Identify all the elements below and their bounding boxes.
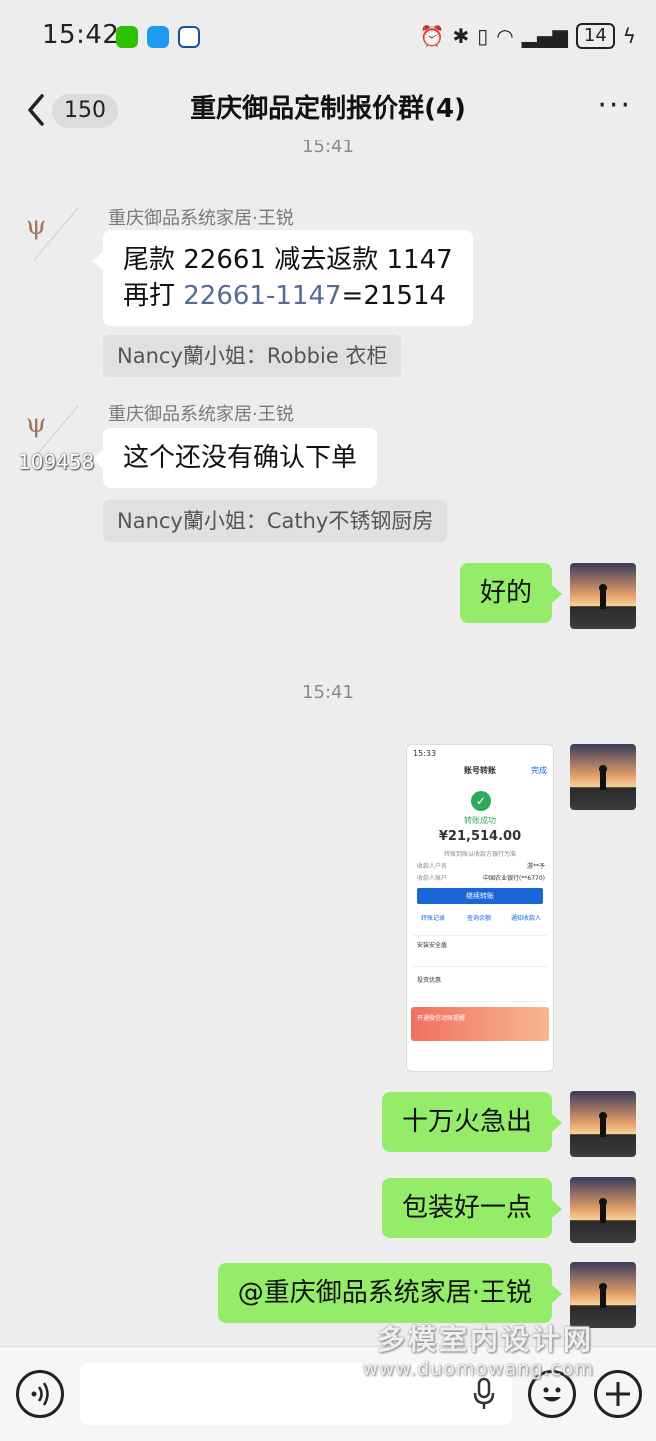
svg-text:ψ: ψ	[26, 211, 46, 241]
more-functions-button[interactable]	[594, 1370, 642, 1418]
screenshot-amount: ¥21,514.00	[438, 829, 522, 844]
message-icon	[147, 26, 169, 48]
screenshot-done: 完成	[531, 766, 547, 775]
voice-icon	[31, 1382, 49, 1406]
watermark: 多模室内设计网 www.duomowang.com	[362, 1318, 594, 1380]
screenshot-banner: 开通微信动账提醒	[411, 1007, 549, 1041]
success-check-icon: ✓	[471, 791, 491, 811]
message-bubble[interactable]: 好的	[459, 563, 563, 623]
battery-level: 14	[575, 23, 615, 49]
sender-name: 重庆御品系统家居·王锐	[108, 404, 294, 425]
screenshot-action: 通知收款人	[511, 915, 542, 922]
message-bubble[interactable]: 尾款 22661 减去返款 1147 再打 22661-1147=21514	[93, 230, 473, 326]
screenshot-status: 转账成功	[464, 816, 496, 825]
message-text: 尾款 22661 减去返款 1147	[123, 245, 453, 275]
my-avatar[interactable]	[570, 563, 636, 629]
my-avatar[interactable]	[570, 744, 636, 810]
screenshot-account-label: 收款人账户	[417, 875, 448, 882]
screenshot-account: 中国农业银行(**6770)	[483, 875, 545, 882]
vibrate-icon: ▯	[477, 24, 489, 48]
screenshot-time: 15:33	[413, 749, 437, 758]
wechat-icon	[116, 26, 138, 48]
status-bar: 15:42 ⏰ ✱ ▯ ◠ ▂▄▆ 14 ϟ	[0, 0, 656, 76]
status-icons: ⏰ ✱ ▯ ◠ ▂▄▆ 14 ϟ	[420, 22, 636, 50]
watermark-title: 多模室内设计网	[376, 1323, 594, 1356]
my-avatar[interactable]	[570, 1177, 636, 1243]
message-text: 再打 22661-1147=21514	[123, 281, 447, 311]
image-message-transfer-screenshot[interactable]: 15:33 账号转账 完成 ✓ 转账成功 ¥21,514.00 转账到账以收款方…	[406, 744, 554, 1072]
plus-icon	[606, 1382, 630, 1406]
status-time: 15:42	[42, 20, 120, 50]
timestamp: 15:41	[302, 140, 354, 157]
watermark-url: www.duomowang.com	[362, 1358, 594, 1380]
microphone-icon[interactable]	[472, 1377, 496, 1411]
chat-header: 150 重庆御品定制报价群(4) ···	[0, 76, 656, 142]
voice-input-button[interactable]	[16, 1370, 64, 1418]
wifi-icon: ◠	[496, 24, 514, 48]
alarm-icon: ⏰	[419, 24, 445, 48]
my-avatar[interactable]	[570, 1091, 636, 1157]
screenshot-payee-label: 收款人户名	[417, 863, 448, 870]
sender-name: 重庆御品系统家居·王锐	[108, 208, 294, 229]
screenshot-payee: 游**予	[526, 863, 545, 870]
svg-text:ψ: ψ	[26, 409, 46, 439]
number-link[interactable]: 22661-1147	[183, 281, 341, 311]
screenshot-continue-button: 继续转账	[417, 888, 543, 904]
screenshot-action: 查询余额	[467, 915, 492, 922]
message-text: 包装好一点	[401, 1193, 532, 1223]
message-bubble[interactable]: @重庆御品系统家居·王锐	[217, 1263, 563, 1323]
bluetooth-icon: ✱	[452, 24, 470, 48]
message-text: 好的	[479, 578, 532, 608]
sender-avatar[interactable]: ψ	[20, 202, 82, 264]
overlay-number: 109458	[18, 450, 95, 474]
charging-icon: ϟ	[622, 24, 636, 48]
more-options-button[interactable]: ···	[597, 91, 632, 121]
message-text: 这个还没有确认下单	[123, 443, 358, 473]
signal-icon: ▂▄▆	[521, 24, 568, 48]
message-text: @重庆御品系统家居·王锐	[237, 1278, 532, 1308]
message-text: 十万火急出	[401, 1107, 532, 1137]
timestamp: 15:41	[302, 682, 354, 703]
message-bubble[interactable]: 十万火急出	[381, 1092, 563, 1152]
message-bubble[interactable]: 包装好一点	[381, 1178, 563, 1238]
app-icon	[178, 26, 200, 48]
screenshot-note: 转账到账以收款方银行为准	[443, 851, 516, 858]
screenshot-row: 投资优惠	[413, 971, 547, 1002]
quoted-message[interactable]: Nancy蘭小姐：Cathy不锈钢厨房	[103, 500, 448, 542]
screenshot-row: 安装安全盾	[413, 935, 547, 967]
screenshot-action: 转账记录	[421, 915, 446, 922]
message-bubble[interactable]: 这个还没有确认下单	[92, 428, 378, 488]
page-title: 重庆御品定制报价群(4)	[190, 94, 466, 124]
quoted-message[interactable]: Nancy蘭小姐：Robbie 衣柜	[103, 335, 402, 377]
